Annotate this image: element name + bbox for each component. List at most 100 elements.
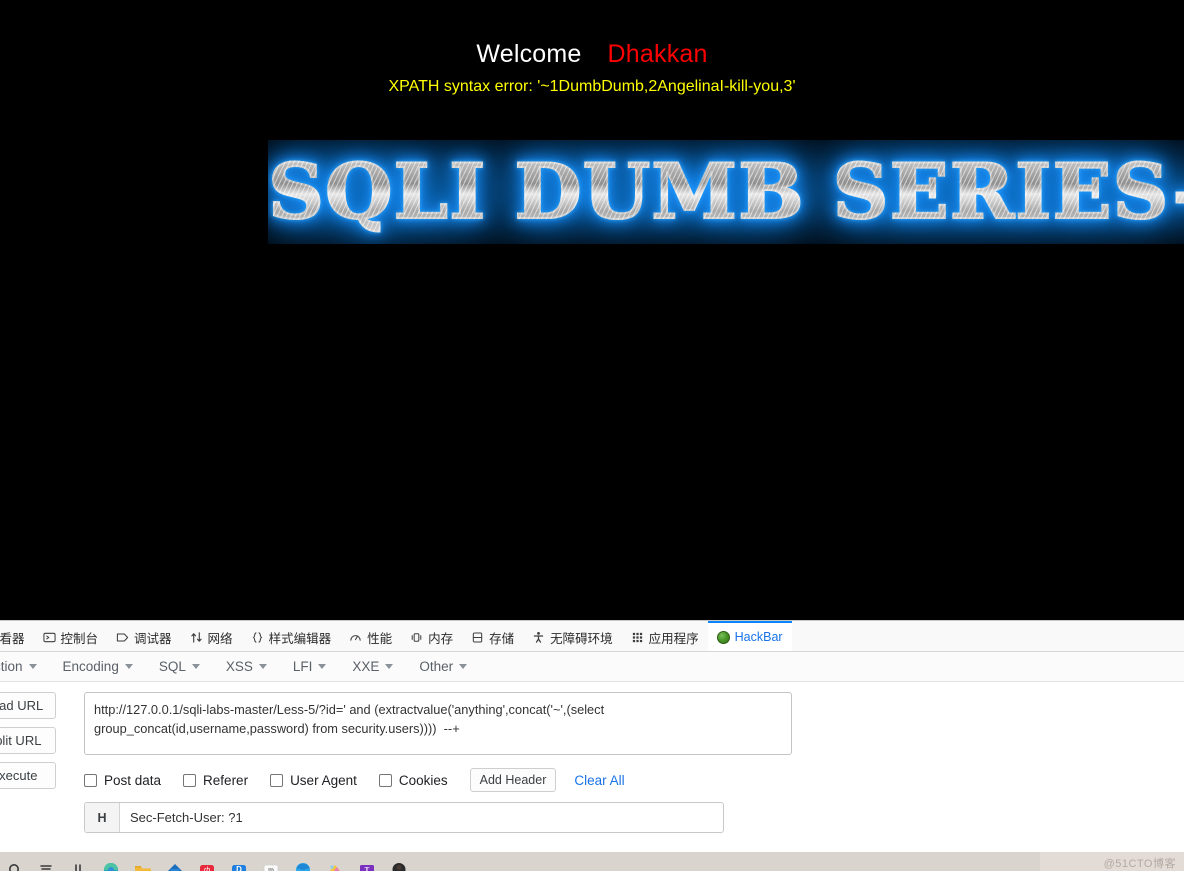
tab-storage[interactable]: 存储 bbox=[462, 621, 523, 651]
checkbox-post-data-label: Post data bbox=[104, 772, 162, 788]
console-icon bbox=[42, 631, 56, 644]
tab-debugger[interactable]: 调试器 bbox=[107, 621, 181, 651]
checkbox-user-agent-box[interactable] bbox=[270, 773, 284, 787]
execute-button[interactable]: Execute bbox=[0, 762, 56, 789]
banner-title: SQLI DUMB SERIES-5 bbox=[268, 140, 1184, 244]
tab-accessibility[interactable]: 无障碍环境 bbox=[523, 621, 622, 651]
menu-action-label: Action bbox=[0, 659, 23, 674]
performance-icon bbox=[349, 631, 362, 644]
tab-inspector-label: 查看器 bbox=[0, 631, 25, 646]
welcome-label: Welcome bbox=[476, 40, 582, 68]
application-icon bbox=[631, 631, 644, 644]
checkbox-referer-box[interactable] bbox=[183, 773, 197, 787]
checkbox-referer[interactable]: Referer bbox=[183, 773, 248, 788]
menu-xxe[interactable]: XXE bbox=[339, 659, 406, 674]
tab-debugger-label: 调试器 bbox=[134, 631, 172, 646]
menu-encoding-label: Encoding bbox=[62, 659, 119, 674]
taskbar-browser-icon[interactable] bbox=[100, 855, 122, 871]
chevron-down-icon bbox=[385, 664, 394, 669]
taskbar-file-explorer-icon[interactable] bbox=[132, 855, 154, 871]
watermark-text: @51CTO博客 bbox=[1103, 858, 1176, 870]
svg-text:T: T bbox=[365, 866, 370, 871]
menu-lfi-label: LFI bbox=[292, 659, 313, 674]
checkbox-cookies-label: Cookies bbox=[398, 772, 448, 788]
tab-performance-label: 性能 bbox=[367, 631, 393, 646]
tab-performance[interactable]: 性能 bbox=[340, 621, 401, 651]
clear-all-link[interactable]: Clear All bbox=[574, 773, 624, 788]
tab-memory[interactable]: 内存 bbox=[401, 621, 462, 651]
tab-hackbar-label: HackBar bbox=[734, 630, 783, 644]
svg-text:rb: rb bbox=[204, 867, 210, 871]
checkbox-post-data-box[interactable] bbox=[84, 773, 97, 787]
taskbar-app-purple-icon[interactable]: T bbox=[356, 855, 378, 871]
tab-style-editor-label: 样式编辑器 bbox=[268, 631, 332, 646]
tab-application-label: 应用程序 bbox=[648, 631, 699, 646]
add-header-button[interactable]: Add Header bbox=[469, 768, 557, 792]
taskbar-avatar-icon[interactable] bbox=[388, 855, 410, 871]
taskbar-app-yellow-icon[interactable] bbox=[324, 855, 346, 871]
memory-icon bbox=[410, 631, 423, 644]
chevron-down-icon bbox=[258, 664, 267, 669]
taskbar-edge-icon[interactable] bbox=[292, 855, 314, 871]
menu-sql-label: SQL bbox=[158, 659, 186, 674]
menu-lfi[interactable]: LFI bbox=[280, 659, 340, 674]
debugger-icon bbox=[116, 631, 129, 644]
chevron-down-icon bbox=[459, 664, 468, 669]
devtools-tabbar: 查看器 控制台 调试器 网络 样式编辑器 bbox=[0, 621, 1184, 652]
menu-xss[interactable]: XSS bbox=[213, 659, 280, 674]
tab-console-label: 控制台 bbox=[60, 631, 99, 646]
menu-sql[interactable]: SQL bbox=[146, 659, 213, 674]
tab-network[interactable]: 网络 bbox=[181, 621, 242, 651]
tab-style-editor[interactable]: 样式编辑器 bbox=[242, 621, 341, 651]
checkbox-cookies[interactable]: Cookies bbox=[378, 772, 448, 788]
menu-action[interactable]: Action bbox=[0, 659, 50, 674]
split-url-button[interactable]: Split URL bbox=[0, 727, 56, 754]
welcome-heading: Welcome Dhakkan bbox=[0, 0, 1184, 67]
taskbar-taskview-icon[interactable] bbox=[68, 855, 90, 871]
xpath-error-message: XPATH syntax error: '~1DumbDumb,2Angelin… bbox=[388, 78, 796, 95]
tab-network-label: 网络 bbox=[207, 631, 233, 646]
menu-encoding[interactable]: Encoding bbox=[50, 659, 146, 674]
tab-hackbar[interactable]: HackBar bbox=[707, 621, 792, 651]
checkbox-post-data[interactable]: Post data bbox=[84, 773, 161, 788]
chevron-down-icon bbox=[191, 664, 200, 669]
svg-text:m: m bbox=[268, 865, 274, 871]
load-url-button[interactable]: Load URL bbox=[0, 692, 56, 719]
tab-inspector[interactable]: 查看器 bbox=[0, 621, 34, 651]
hackbar-options-row: Post data Referer User Agent Cookies Add… bbox=[84, 768, 625, 792]
tab-storage-label: 存储 bbox=[489, 631, 515, 646]
menu-xss-label: XSS bbox=[225, 659, 253, 674]
hackbar-menubar: Action Encoding SQL XSS LFI XXE Other bbox=[0, 652, 1184, 682]
tab-memory-label: 内存 bbox=[428, 631, 454, 646]
browser-page-content: Welcome Dhakkan XPATH syntax error: '~1Du… bbox=[0, 0, 1184, 620]
hackbar-icon bbox=[716, 630, 730, 644]
taskbar-onedrive-icon[interactable] bbox=[164, 855, 186, 871]
checkbox-referer-label: Referer bbox=[203, 772, 249, 788]
chevron-down-icon bbox=[28, 664, 37, 669]
tab-accessibility-label: 无障碍环境 bbox=[550, 631, 613, 646]
taskbar-app-white-icon[interactable]: m bbox=[260, 855, 282, 871]
url-input[interactable] bbox=[84, 692, 792, 755]
accessibility-icon bbox=[532, 631, 545, 644]
tab-application[interactable]: 应用程序 bbox=[622, 621, 708, 651]
chevron-down-icon bbox=[124, 664, 133, 669]
tab-console[interactable]: 控制台 bbox=[34, 621, 108, 651]
sqli-dumb-series-banner: SQLI DUMB SERIES-5 bbox=[268, 140, 1184, 244]
network-icon bbox=[190, 631, 203, 644]
menu-other[interactable]: Other bbox=[406, 659, 480, 674]
svg-text:D: D bbox=[236, 865, 242, 871]
storage-icon bbox=[471, 631, 484, 644]
style-editor-icon bbox=[251, 631, 264, 644]
header-key-label: H bbox=[85, 803, 120, 832]
checkbox-cookies-box[interactable] bbox=[378, 773, 392, 787]
checkbox-user-agent-label: User Agent bbox=[290, 772, 357, 788]
header-value-input[interactable] bbox=[120, 803, 723, 832]
hackbar-action-buttons: Load URL Split URL Execute bbox=[0, 692, 56, 789]
taskbar-start-icon[interactable] bbox=[4, 855, 26, 871]
taskbar-app-red-icon[interactable]: rb bbox=[196, 855, 218, 871]
header-row: H bbox=[84, 802, 724, 833]
taskbar-search-icon[interactable] bbox=[36, 855, 58, 871]
taskbar-app-blue-icon[interactable]: D bbox=[228, 855, 250, 871]
checkbox-user-agent[interactable]: User Agent bbox=[270, 773, 357, 788]
welcome-username: Dhakkan bbox=[607, 40, 708, 68]
